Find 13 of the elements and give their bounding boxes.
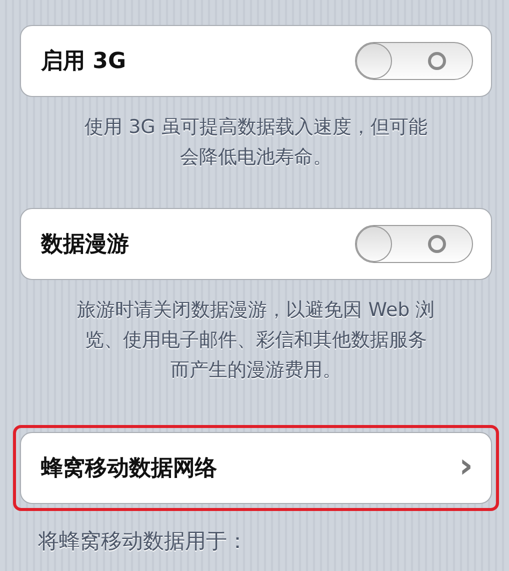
footer-text: 使用 3G 虽可提高数据载入速度，但可能 [84, 115, 428, 140]
row-label: 蜂窝移动数据网络 [41, 454, 217, 483]
settings-row[interactable]: 蜂窝移动数据网络 › [20, 432, 492, 504]
toggle-switch[interactable] [355, 42, 473, 80]
row-label: 启用 3G [41, 48, 126, 76]
footer-text: 览、使用电子邮件、彩信和其他数据服务 [85, 328, 427, 353]
group-header: 将蜂窝移动数据用于： [38, 528, 249, 555]
toggle-switch[interactable] [355, 225, 473, 263]
footer-text: 旅游时请关闭数据漫游，以避免因 Web 浏 [77, 298, 435, 323]
footer-text: 会降低电池寿命。 [180, 145, 332, 170]
footer-text: 而产生的漫游费用。 [170, 358, 342, 383]
chevron-icon: › [458, 449, 473, 483]
row-label: 数据漫游 [41, 231, 129, 259]
